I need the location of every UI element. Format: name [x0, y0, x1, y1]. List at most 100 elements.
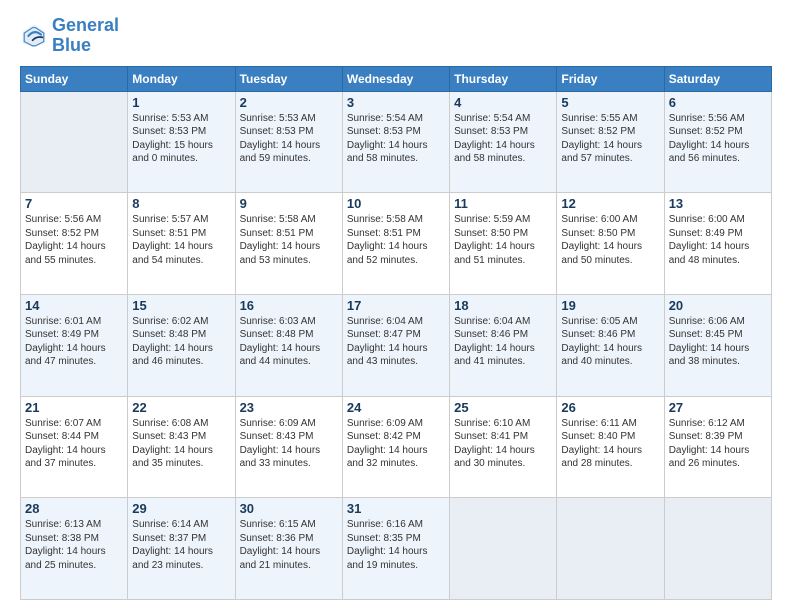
- day-info: Sunrise: 6:02 AMSunset: 8:48 PMDaylight:…: [132, 315, 230, 369]
- calendar-day-cell: 25 Sunrise: 6:10 AMSunset: 8:41 PMDayligh…: [450, 396, 557, 498]
- day-info: Sunrise: 5:54 AMSunset: 8:53 PMDaylight:…: [454, 112, 552, 166]
- calendar-day-cell: 13 Sunrise: 6:00 AMSunset: 8:49 PMDayligh…: [664, 193, 771, 295]
- calendar-day-cell: 5Sunrise: 5:55 AMSunset: 8:52 PMDaylight…: [557, 91, 664, 193]
- day-number: 12: [561, 196, 659, 211]
- calendar-day-cell: 14 Sunrise: 6:01 AMSunset: 8:49 PMDayligh…: [21, 294, 128, 396]
- day-info: Sunrise: 6:15 AMSunset: 8:36 PMDaylight:…: [240, 518, 338, 572]
- day-number: 22: [132, 400, 230, 415]
- day-info: Sunrise: 6:09 AMSunset: 8:42 PMDaylight:…: [347, 417, 445, 471]
- day-info: Sunrise: 6:10 AMSunset: 8:41 PMDaylight:…: [454, 417, 552, 471]
- day-number: 2: [240, 95, 338, 110]
- day-info: Sunrise: 6:12 AMSunset: 8:39 PMDaylight:…: [669, 417, 767, 471]
- calendar-day-cell: 30 Sunrise: 6:15 AMSunset: 8:36 PMDayligh…: [235, 498, 342, 600]
- day-number: 14: [25, 298, 123, 313]
- calendar-day-cell: 20 Sunrise: 6:06 AMSunset: 8:45 PMDayligh…: [664, 294, 771, 396]
- calendar-day-cell: 10 Sunrise: 5:58 AMSunset: 8:51 PMDayligh…: [342, 193, 449, 295]
- calendar-day-cell: [450, 498, 557, 600]
- day-info: Sunrise: 6:16 AMSunset: 8:35 PMDaylight:…: [347, 518, 445, 572]
- day-number: 19: [561, 298, 659, 313]
- calendar-week-row: 14 Sunrise: 6:01 AMSunset: 8:49 PMDayligh…: [21, 294, 772, 396]
- calendar-day-cell: 22Sunrise: 6:08 AMSunset: 8:43 PMDayligh…: [128, 396, 235, 498]
- day-info: Sunrise: 6:01 AMSunset: 8:49 PMDaylight:…: [25, 315, 123, 369]
- calendar-day-cell: 17Sunrise: 6:04 AMSunset: 8:47 PMDayligh…: [342, 294, 449, 396]
- day-number: 23: [240, 400, 338, 415]
- calendar-day-cell: 4 Sunrise: 5:54 AMSunset: 8:53 PMDaylight…: [450, 91, 557, 193]
- day-number: 15: [132, 298, 230, 313]
- calendar-header-tuesday: Tuesday: [235, 66, 342, 91]
- day-info: Sunrise: 5:58 AMSunset: 8:51 PMDaylight:…: [240, 213, 338, 267]
- calendar-day-cell: 18 Sunrise: 6:04 AMSunset: 8:46 PMDayligh…: [450, 294, 557, 396]
- day-number: 1: [132, 95, 230, 110]
- header: General Blue: [20, 16, 772, 56]
- calendar-day-cell: 26Sunrise: 6:11 AMSunset: 8:40 PMDayligh…: [557, 396, 664, 498]
- day-number: 3: [347, 95, 445, 110]
- page: General Blue SundayMondayTuesdayWednesda…: [0, 0, 792, 612]
- calendar-header-wednesday: Wednesday: [342, 66, 449, 91]
- day-number: 13: [669, 196, 767, 211]
- day-info: Sunrise: 5:54 AMSunset: 8:53 PMDaylight:…: [347, 112, 445, 166]
- calendar-day-cell: 19 Sunrise: 6:05 AMSunset: 8:46 PMDayligh…: [557, 294, 664, 396]
- day-number: 16: [240, 298, 338, 313]
- calendar-day-cell: 12 Sunrise: 6:00 AMSunset: 8:50 PMDayligh…: [557, 193, 664, 295]
- day-number: 20: [669, 298, 767, 313]
- day-info: Sunrise: 6:00 AMSunset: 8:50 PMDaylight:…: [561, 213, 659, 267]
- calendar-day-cell: 27 Sunrise: 6:12 AMSunset: 8:39 PMDayligh…: [664, 396, 771, 498]
- day-info: Sunrise: 5:59 AMSunset: 8:50 PMDaylight:…: [454, 213, 552, 267]
- day-info: Sunrise: 6:11 AMSunset: 8:40 PMDaylight:…: [561, 417, 659, 471]
- logo-icon: [20, 22, 48, 50]
- day-number: 5: [561, 95, 659, 110]
- day-info: Sunrise: 5:56 AMSunset: 8:52 PMDaylight:…: [669, 112, 767, 166]
- calendar-day-cell: 7Sunrise: 5:56 AMSunset: 8:52 PMDaylight…: [21, 193, 128, 295]
- day-info: Sunrise: 6:09 AMSunset: 8:43 PMDaylight:…: [240, 417, 338, 471]
- day-info: Sunrise: 6:06 AMSunset: 8:45 PMDaylight:…: [669, 315, 767, 369]
- calendar-day-cell: 16 Sunrise: 6:03 AMSunset: 8:48 PMDayligh…: [235, 294, 342, 396]
- day-info: Sunrise: 6:03 AMSunset: 8:48 PMDaylight:…: [240, 315, 338, 369]
- day-number: 7: [25, 196, 123, 211]
- calendar-week-row: 21Sunrise: 6:07 AMSunset: 8:44 PMDayligh…: [21, 396, 772, 498]
- day-number: 4: [454, 95, 552, 110]
- day-info: Sunrise: 6:14 AMSunset: 8:37 PMDaylight:…: [132, 518, 230, 572]
- calendar-day-cell: 21Sunrise: 6:07 AMSunset: 8:44 PMDayligh…: [21, 396, 128, 498]
- day-info: Sunrise: 5:53 AMSunset: 8:53 PMDaylight:…: [132, 112, 230, 166]
- day-info: Sunrise: 6:05 AMSunset: 8:46 PMDaylight:…: [561, 315, 659, 369]
- day-number: 30: [240, 501, 338, 516]
- calendar-day-cell: 3 Sunrise: 5:54 AMSunset: 8:53 PMDaylight…: [342, 91, 449, 193]
- day-number: 21: [25, 400, 123, 415]
- calendar-day-cell: 24 Sunrise: 6:09 AMSunset: 8:42 PMDayligh…: [342, 396, 449, 498]
- day-number: 28: [25, 501, 123, 516]
- day-info: Sunrise: 5:57 AMSunset: 8:51 PMDaylight:…: [132, 213, 230, 267]
- day-info: Sunrise: 5:53 AMSunset: 8:53 PMDaylight:…: [240, 112, 338, 166]
- day-number: 24: [347, 400, 445, 415]
- day-info: Sunrise: 6:04 AMSunset: 8:46 PMDaylight:…: [454, 315, 552, 369]
- calendar-week-row: 7Sunrise: 5:56 AMSunset: 8:52 PMDaylight…: [21, 193, 772, 295]
- calendar-header-sunday: Sunday: [21, 66, 128, 91]
- day-number: 10: [347, 196, 445, 211]
- calendar-day-cell: 9 Sunrise: 5:58 AMSunset: 8:51 PMDaylight…: [235, 193, 342, 295]
- day-info: Sunrise: 6:04 AMSunset: 8:47 PMDaylight:…: [347, 315, 445, 369]
- day-number: 25: [454, 400, 552, 415]
- day-number: 18: [454, 298, 552, 313]
- day-number: 31: [347, 501, 445, 516]
- day-number: 27: [669, 400, 767, 415]
- calendar-table: SundayMondayTuesdayWednesdayThursdayFrid…: [20, 66, 772, 600]
- day-number: 6: [669, 95, 767, 110]
- calendar-day-cell: 31 Sunrise: 6:16 AMSunset: 8:35 PMDayligh…: [342, 498, 449, 600]
- calendar-week-row: 28 Sunrise: 6:13 AMSunset: 8:38 PMDayligh…: [21, 498, 772, 600]
- day-number: 11: [454, 196, 552, 211]
- calendar-header-row: SundayMondayTuesdayWednesdayThursdayFrid…: [21, 66, 772, 91]
- day-info: Sunrise: 6:00 AMSunset: 8:49 PMDaylight:…: [669, 213, 767, 267]
- day-info: Sunrise: 6:13 AMSunset: 8:38 PMDaylight:…: [25, 518, 123, 572]
- calendar-day-cell: [664, 498, 771, 600]
- calendar-day-cell: 28 Sunrise: 6:13 AMSunset: 8:38 PMDayligh…: [21, 498, 128, 600]
- calendar-week-row: 1 Sunrise: 5:53 AMSunset: 8:53 PMDaylight…: [21, 91, 772, 193]
- calendar-header-saturday: Saturday: [664, 66, 771, 91]
- day-info: Sunrise: 5:58 AMSunset: 8:51 PMDaylight:…: [347, 213, 445, 267]
- calendar-header-friday: Friday: [557, 66, 664, 91]
- calendar-day-cell: 29Sunrise: 6:14 AMSunset: 8:37 PMDayligh…: [128, 498, 235, 600]
- logo-text: General Blue: [52, 16, 119, 56]
- day-number: 9: [240, 196, 338, 211]
- calendar-day-cell: 23 Sunrise: 6:09 AMSunset: 8:43 PMDayligh…: [235, 396, 342, 498]
- calendar-day-cell: 2 Sunrise: 5:53 AMSunset: 8:53 PMDaylight…: [235, 91, 342, 193]
- calendar-day-cell: [21, 91, 128, 193]
- calendar-header-monday: Monday: [128, 66, 235, 91]
